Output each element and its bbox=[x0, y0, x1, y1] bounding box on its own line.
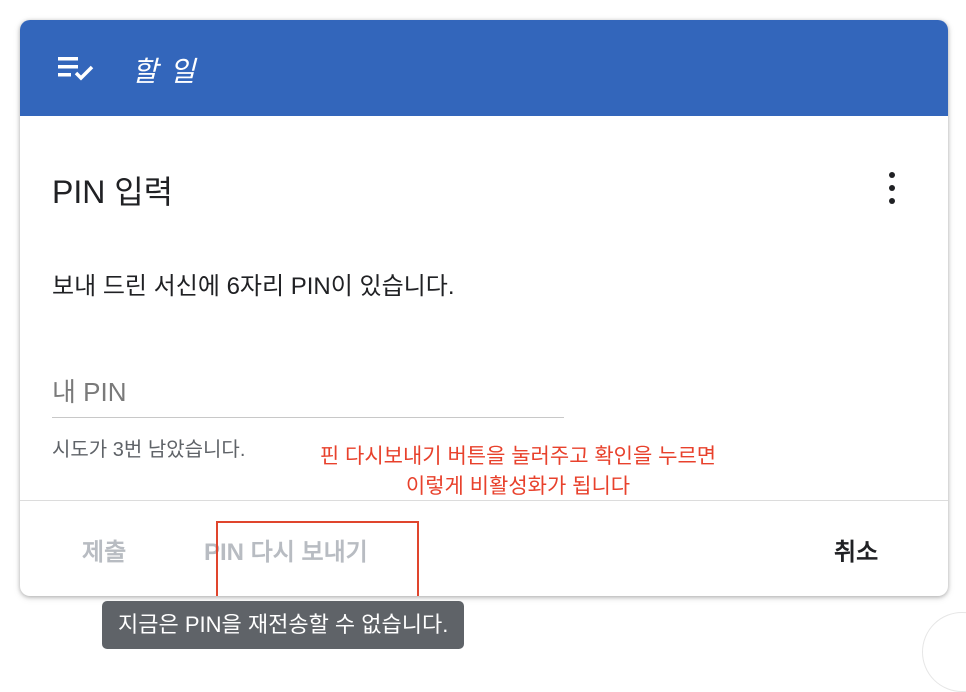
submit-button[interactable]: 제출 bbox=[82, 532, 126, 567]
todo-card: 할 일 PIN 입력 보내 드린 서신에 6자리 PIN이 있습니다. 시도가 … bbox=[20, 20, 948, 596]
annotation-highlight-box bbox=[216, 521, 419, 596]
annotation-line-2: 이렇게 비활성화가 됩니다 bbox=[405, 475, 631, 498]
cancel-button[interactable]: 취소 bbox=[834, 532, 878, 567]
resend-tooltip: 지금은 PIN을 재전송할 수 없습니다. bbox=[102, 601, 465, 649]
more-vert-icon[interactable] bbox=[876, 166, 908, 210]
annotation-note: 핀 다시보내기 버튼을 눌러주고 확인을 누르면 이렇게 비활성화가 됩니다 bbox=[288, 442, 748, 502]
header-title: 할 일 bbox=[132, 56, 198, 87]
dialog-description: 보내 드린 서신에 6자리 PIN이 있습니다. bbox=[52, 273, 455, 300]
annotation-line-1: 핀 다시보내기 버튼을 눌러주고 확인을 누르면 bbox=[319, 445, 717, 468]
pin-input[interactable] bbox=[52, 360, 564, 418]
attempts-remaining-text: 시도가 3번 남았습니다. bbox=[52, 439, 246, 461]
checklist-icon bbox=[58, 57, 94, 81]
card-header: 할 일 bbox=[20, 20, 948, 116]
footer-divider bbox=[20, 500, 948, 501]
decorative-arc bbox=[922, 612, 966, 692]
dialog-title: PIN 입력 bbox=[52, 174, 174, 210]
